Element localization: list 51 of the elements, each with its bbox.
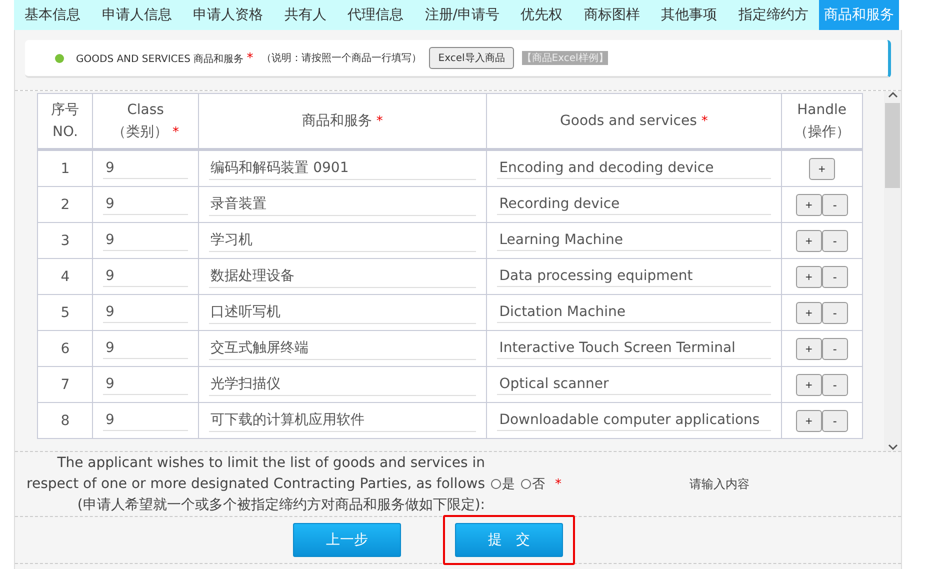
row-number: 4 — [38, 258, 93, 294]
tab[interactable]: 共有人 — [274, 0, 337, 30]
remove-row-button[interactable]: - — [822, 338, 848, 360]
excel-import-button[interactable]: Excel导入商品 — [429, 47, 514, 69]
tab[interactable]: 代理信息 — [336, 0, 414, 30]
tab[interactable]: 其他事项 — [650, 0, 728, 30]
add-row-button[interactable]: + — [796, 302, 822, 324]
limit-description: The applicant wishes to limit the list of goods and services in respect of one or more designated Contracting Parties, as follows (申请人希望就一个或多个被指定缔约方对商品和服务做如下限定): — [26, 454, 485, 514]
add-row-button[interactable]: + — [796, 194, 822, 216]
add-row-button[interactable]: + — [796, 374, 822, 396]
scrollbar-thumb[interactable] — [885, 103, 900, 188]
remove-row-button[interactable]: - — [822, 374, 848, 396]
add-row-button[interactable]: + — [796, 230, 822, 252]
remove-row-button[interactable]: - — [822, 266, 848, 288]
tab[interactable]: 指定缔约方 — [728, 0, 820, 30]
limit-input-field[interactable]: 请输入内容 — [690, 476, 750, 492]
tab[interactable]: 基本信息 — [14, 0, 92, 30]
scroll-down-icon[interactable] — [888, 443, 898, 451]
row-number: 2 — [38, 186, 93, 222]
remove-row-button[interactable]: - — [822, 302, 848, 324]
add-row-button[interactable]: + — [808, 158, 835, 180]
row-number: 6 — [38, 330, 93, 366]
required-mark: * — [555, 476, 562, 492]
tab[interactable]: 注册/申请号 — [414, 0, 510, 30]
row-number: 7 — [38, 366, 93, 402]
add-row-button[interactable]: + — [796, 266, 822, 288]
tab[interactable]: 优先权 — [510, 0, 574, 30]
tab[interactable]: 申请人信息 — [91, 0, 182, 30]
status-dot-icon — [55, 54, 64, 62]
row-number: 8 — [38, 402, 93, 438]
scrollbar[interactable] — [884, 91, 901, 451]
remove-row-button[interactable]: - — [822, 230, 848, 252]
column-header: 序号 NO. — [38, 94, 93, 150]
column-header: Handle （操作） — [781, 94, 862, 150]
remove-row-button[interactable]: - — [822, 410, 848, 432]
row-number: 5 — [38, 294, 93, 330]
column-header: Goods and services * — [486, 94, 782, 150]
column-header: 商品和服务 * — [198, 94, 487, 150]
row-number: 3 — [38, 222, 93, 258]
section-title: GOODS AND SERVICES 商品和服务 * — [76, 50, 254, 66]
row-number: 1 — [38, 150, 93, 186]
scroll-up-icon[interactable] — [888, 91, 898, 99]
add-row-button[interactable]: + — [796, 410, 822, 432]
radio-option[interactable]: 是 — [491, 475, 515, 493]
remove-row-button[interactable]: - — [822, 194, 848, 216]
tab[interactable]: 商标图样 — [573, 0, 651, 30]
column-header: Class （类别） * — [92, 94, 198, 150]
tab[interactable]: 申请人资格 — [182, 0, 274, 30]
section-note: （说明：请按照一个商品一行填写） — [261, 52, 422, 65]
add-row-button[interactable]: + — [796, 338, 822, 360]
radio-option[interactable]: 否 — [521, 475, 545, 493]
